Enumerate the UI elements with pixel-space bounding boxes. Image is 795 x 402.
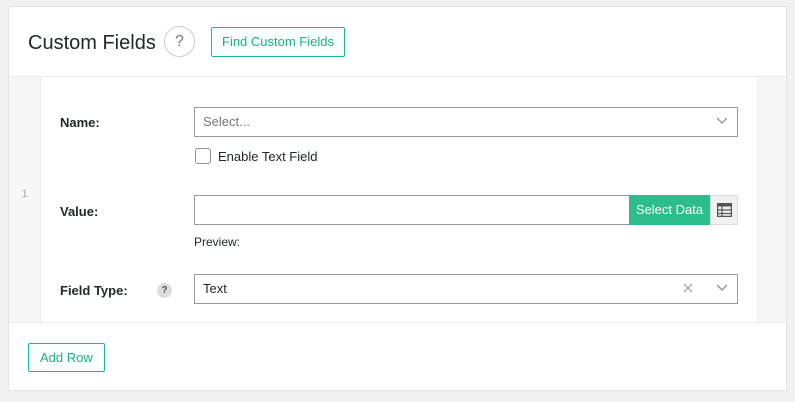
field-type-help-icon[interactable]: ? <box>157 283 172 298</box>
rows-area: 1 Name: Select... Enable Text Field Valu… <box>9 76 786 323</box>
chevron-down-icon <box>717 284 727 292</box>
enable-text-field-checkbox[interactable] <box>195 148 211 164</box>
value-label: Value: <box>60 204 99 219</box>
value-input[interactable] <box>194 195 630 225</box>
field-type-selected: Text <box>203 281 227 296</box>
row-index: 1 <box>9 77 40 322</box>
add-row-button[interactable]: Add Row <box>28 343 105 372</box>
field-type-select[interactable]: Text <box>194 274 738 304</box>
chevron-down-icon <box>717 117 727 125</box>
table-button[interactable] <box>710 195 738 225</box>
panel-header: Custom Fields ? Find Custom Fields <box>9 7 786 77</box>
preview-label: Preview: <box>194 235 241 249</box>
name-select-placeholder: Select... <box>203 114 250 129</box>
name-select[interactable]: Select... <box>194 107 738 137</box>
table-icon <box>717 203 732 217</box>
find-custom-fields-button[interactable]: Find Custom Fields <box>211 27 345 57</box>
name-label: Name: <box>60 115 100 130</box>
select-data-button[interactable]: Select Data <box>629 195 710 225</box>
field-type-label: Field Type: <box>60 283 128 298</box>
help-button[interactable]: ? <box>164 26 195 57</box>
clear-icon[interactable] <box>681 281 695 295</box>
panel-footer: Add Row <box>9 322 786 392</box>
custom-fields-panel: Custom Fields ? Find Custom Fields 1 Nam… <box>8 6 787 391</box>
page-title: Custom Fields <box>28 32 156 54</box>
field-row: Name: Select... Enable Text Field Value:… <box>40 77 758 322</box>
enable-text-field-label: Enable Text Field <box>218 149 318 164</box>
row-number: 1 <box>21 188 28 200</box>
